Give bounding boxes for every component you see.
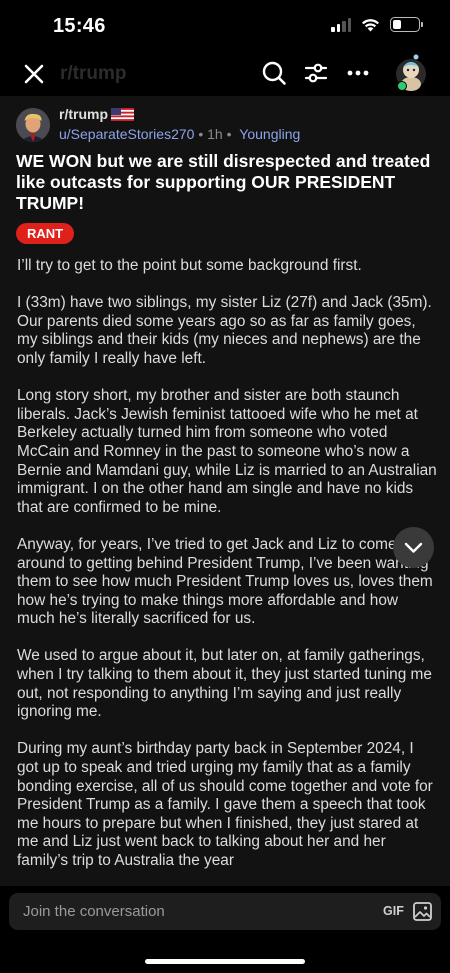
post-time: 1h bbox=[207, 126, 223, 142]
cellular-signal-icon bbox=[331, 17, 351, 32]
body-paragraph: Anyway, for years, I’ve tried to get Jac… bbox=[17, 535, 433, 628]
meta-separator: • bbox=[226, 126, 232, 142]
post-content: r/trump u/SeparateStories270 • 1h • Youn… bbox=[0, 96, 450, 886]
status-time: 15:46 bbox=[53, 15, 106, 37]
us-flag-icon bbox=[111, 108, 134, 121]
composer-bar: Join the conversation GIF bbox=[0, 886, 450, 973]
body-paragraph: We used to argue about it, but later on,… bbox=[17, 647, 432, 721]
status-bar: 15:46 bbox=[0, 0, 450, 54]
online-status-dot bbox=[397, 81, 407, 91]
subreddit-avatar[interactable] bbox=[16, 108, 50, 142]
user-flair: Youngling bbox=[239, 126, 301, 142]
wifi-icon bbox=[362, 18, 379, 31]
status-icons bbox=[331, 17, 423, 32]
home-indicator bbox=[145, 959, 305, 964]
post-body: I’ll try to get to the point but some ba… bbox=[17, 257, 437, 886]
body-paragraph: I’ll try to get to the point but some ba… bbox=[17, 257, 362, 274]
battery-icon bbox=[390, 17, 423, 32]
close-icon[interactable] bbox=[20, 60, 48, 88]
meta-separator: • bbox=[198, 126, 204, 142]
post-header: r/trump u/SeparateStories270 • 1h • Youn… bbox=[16, 104, 436, 144]
nav-title: r/trump bbox=[60, 63, 127, 84]
comment-placeholder: Join the conversation bbox=[23, 903, 165, 920]
post-flair-badge[interactable]: RANT bbox=[16, 223, 75, 244]
post-title: WE WON but we are still disrespected and… bbox=[16, 151, 431, 213]
comment-input[interactable]: Join the conversation GIF bbox=[9, 893, 441, 930]
search-icon[interactable] bbox=[260, 59, 288, 87]
gif-button[interactable]: GIF bbox=[383, 904, 404, 918]
author-link[interactable]: u/SeparateStories270 bbox=[59, 126, 194, 142]
subreddit-avatar-image bbox=[16, 108, 50, 142]
image-icon[interactable] bbox=[412, 901, 433, 922]
body-paragraph: Long story short, my brother and sister … bbox=[17, 387, 437, 516]
chevron-down-icon bbox=[404, 542, 423, 553]
nav-bar: r/trump bbox=[0, 54, 450, 96]
subreddit-name[interactable]: r/trump bbox=[59, 106, 108, 122]
more-icon[interactable] bbox=[344, 59, 372, 87]
scroll-down-button[interactable] bbox=[393, 527, 434, 568]
battery-level bbox=[393, 20, 402, 29]
body-paragraph: During my aunt’s birthday party back in … bbox=[17, 740, 433, 869]
post-meta: u/SeparateStories270 • 1h • Youngling bbox=[59, 126, 300, 142]
filter-icon[interactable] bbox=[302, 59, 330, 87]
body-paragraph: I (33m) have two siblings, my sister Liz… bbox=[17, 294, 432, 367]
